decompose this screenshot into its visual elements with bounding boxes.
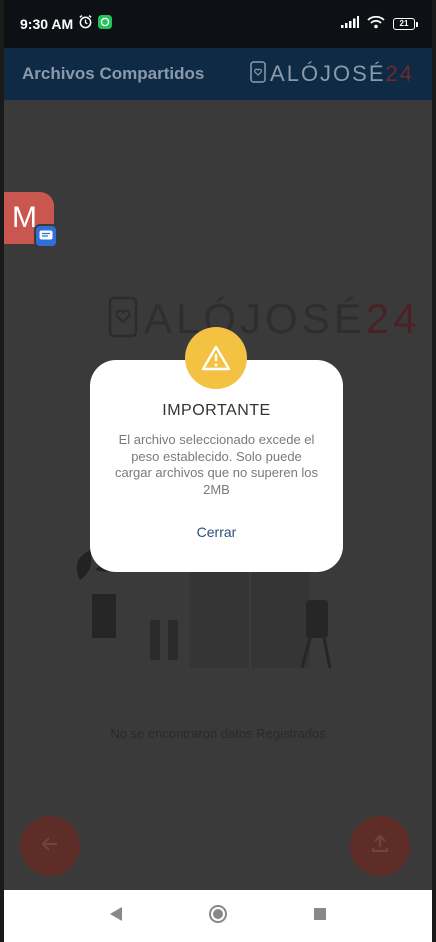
dialog-title: IMPORTANTE: [162, 402, 271, 419]
app-logo: ALÓJOSÉ24: [250, 60, 414, 88]
status-right: 21: [341, 15, 418, 34]
whatsapp-icon: [98, 14, 113, 34]
back-fab-button[interactable]: [20, 816, 80, 876]
triangle-back-icon: [109, 906, 123, 927]
status-left: 9:30 AM: [18, 14, 113, 34]
square-recents-icon: [313, 907, 327, 926]
phone-heart-icon: [250, 60, 266, 88]
system-nav-bar: [4, 890, 432, 942]
app-bar: Archivos Compartidos ALÓJOSÉ24: [4, 48, 432, 100]
empty-message: No se encontraron datos Registrados: [110, 726, 326, 741]
arrow-left-icon: [40, 834, 60, 859]
center-logo: ALÓJOSÉ24: [108, 295, 420, 343]
phone-stethoscope-icon: [108, 296, 138, 343]
wifi-icon: [367, 15, 385, 34]
status-time: 9:30 AM: [20, 16, 74, 32]
upload-fab-button[interactable]: [350, 816, 410, 876]
dialog-message: El archivo seleccionado excede el peso e…: [114, 432, 319, 497]
center-logo-text: ALÓJOSÉ24: [144, 295, 421, 342]
signal-icon: [341, 15, 359, 33]
circle-home-icon: [208, 904, 228, 929]
status-bar: 9:30 AM 21: [4, 0, 432, 48]
warning-icon: [185, 327, 247, 389]
app-title: Archivos Compartidos: [22, 64, 205, 83]
nav-home-button[interactable]: [206, 904, 230, 928]
upload-icon: [370, 834, 390, 859]
close-button[interactable]: Cerrar: [197, 524, 237, 540]
nav-back-button[interactable]: [104, 904, 128, 928]
messages-icon: [34, 224, 58, 248]
battery-level: 21: [393, 18, 415, 30]
battery-icon: 21: [393, 18, 418, 30]
alarm-icon: [78, 14, 93, 34]
alert-dialog: IMPORTANTE El archivo seleccionado exced…: [90, 360, 343, 572]
app-logo-text: ALÓJOSÉ24: [270, 61, 414, 86]
nav-recents-button[interactable]: [308, 904, 332, 928]
phone-screen: 9:30 AM 21 Archivos Compartidos ALÓJOSÉ2…: [4, 0, 432, 942]
